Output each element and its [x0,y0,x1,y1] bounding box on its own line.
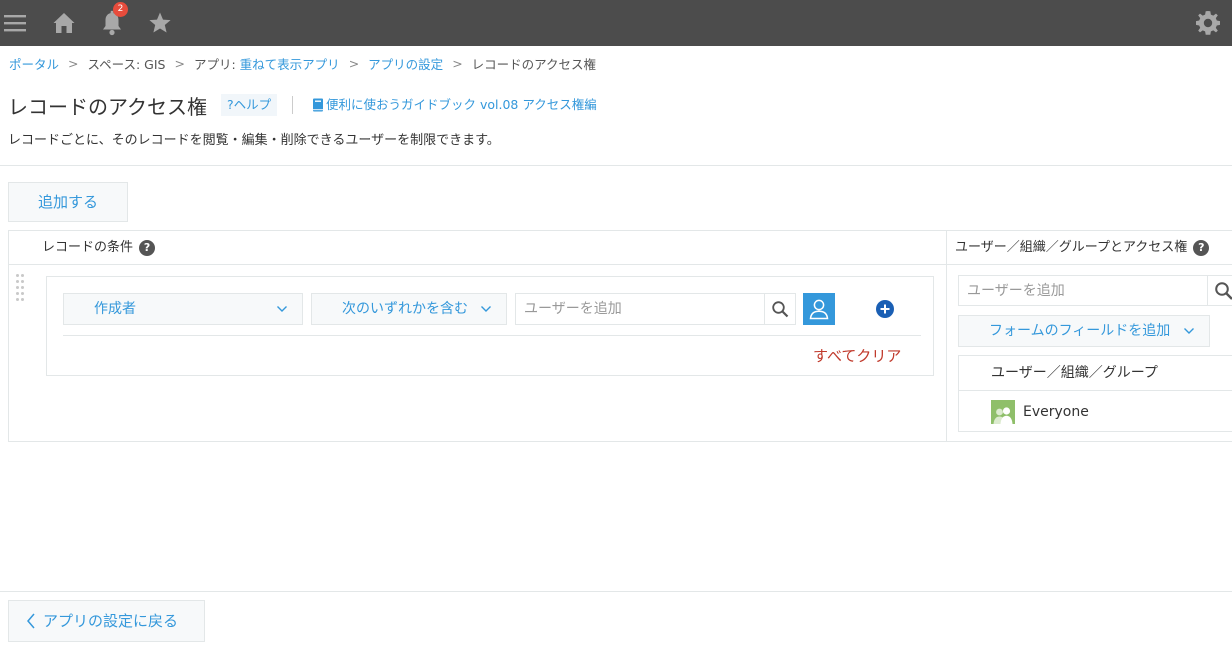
back-to-settings-button[interactable]: アプリの設定に戻る [8,600,205,642]
breadcrumb-app-prefix: アプリ: [193,57,240,72]
chevron-down-icon [481,306,491,312]
menu-icon[interactable] [0,0,30,46]
condition-field-dropdown[interactable]: 作成者 [63,293,303,325]
page-title: レコードのアクセス権 [8,95,207,119]
notification-badge: 2 [113,2,128,17]
notification-bell[interactable]: 2 [94,0,130,46]
global-header: 2 [0,0,1232,46]
access-header-label: ユーザー／組織／グループとアクセス権 [955,240,1188,255]
help-link[interactable]: ?ヘルプ [221,94,278,116]
everyone-group-icon [991,400,1015,424]
breadcrumb: ポータル > スペース: GIS > アプリ: 重ねて表示アプリ > アプリの設… [9,54,596,73]
search-icon[interactable] [1207,275,1232,306]
breadcrumb-app-settings[interactable]: アプリの設定 [368,54,443,73]
condition-header-label: レコードの条件 [42,240,134,255]
breadcrumb-portal[interactable]: ポータル [9,54,59,73]
title-divider [292,96,293,114]
condition-operator-value: 次のいずれかを含む [342,301,468,317]
condition-operator-dropdown[interactable]: 次のいずれかを含む [311,293,507,325]
access-rules-table: レコードの条件 ? ユーザー／組織／グループとアクセス権 ? 作成者 次のいずれ… [8,230,1232,442]
user-picker-button[interactable] [803,293,835,325]
access-entity-list: ユーザー／組織／グループ Everyone [958,355,1232,432]
guidebook-link-label: 便利に使おうガイドブック vol.08 アクセス権編 [326,97,597,112]
chevron-left-icon [27,613,35,629]
help-question-icon[interactable]: ? [139,240,156,256]
column-divider [946,231,947,441]
help-question-icon[interactable]: ? [1193,240,1210,256]
clear-all-link[interactable]: すべてクリア [813,345,901,366]
guidebook-link[interactable]: 便利に使おうガイドブック vol.08 アクセス権編 [312,96,597,114]
add-form-field-label: フォームのフィールドを追加 [989,323,1171,339]
breadcrumb-app[interactable]: 重ねて表示アプリ [240,54,340,73]
breadcrumb-current: レコードのアクセス権 [471,57,597,72]
search-icon[interactable] [764,293,796,325]
drag-handle-icon[interactable] [15,274,27,304]
list-item[interactable]: Everyone [959,392,1232,432]
breadcrumb-separator: > [174,56,185,71]
condition-divider [63,335,921,336]
breadcrumb-separator: > [452,56,463,71]
chevron-down-icon [1184,328,1194,334]
access-user-input[interactable] [958,275,1208,306]
page-description: レコードごとに、そのレコードを閲覧・編集・削除できるユーザーを制限できます。 [8,133,500,148]
book-icon [313,98,323,112]
chevron-down-icon [277,306,287,312]
entity-list-header: ユーザー／組織／グループ [959,356,1232,391]
add-button[interactable]: 追加する [8,182,128,222]
condition-box: 作成者 次のいずれかを含む すべてクリア [46,276,934,376]
access-column-header: ユーザー／組織／グループとアクセス権 ? [955,231,1210,265]
add-form-field-dropdown[interactable]: フォームのフィールドを追加 [958,315,1210,347]
add-condition-icon[interactable] [876,300,894,318]
entity-name: Everyone [1023,404,1089,420]
condition-column-header: レコードの条件 ? [42,231,156,265]
breadcrumb-separator: > [348,56,360,71]
divider [0,165,1232,166]
star-icon[interactable] [142,0,178,46]
breadcrumb-separator: > [68,56,79,71]
gear-icon[interactable] [1190,0,1226,46]
user-icon [809,299,829,320]
condition-field-value: 作成者 [94,301,136,317]
back-button-label: アプリの設定に戻る [43,612,179,630]
condition-user-input[interactable] [515,293,765,325]
home-icon[interactable] [46,0,82,46]
divider [0,591,1232,592]
breadcrumb-space: スペース: GIS [87,57,166,72]
